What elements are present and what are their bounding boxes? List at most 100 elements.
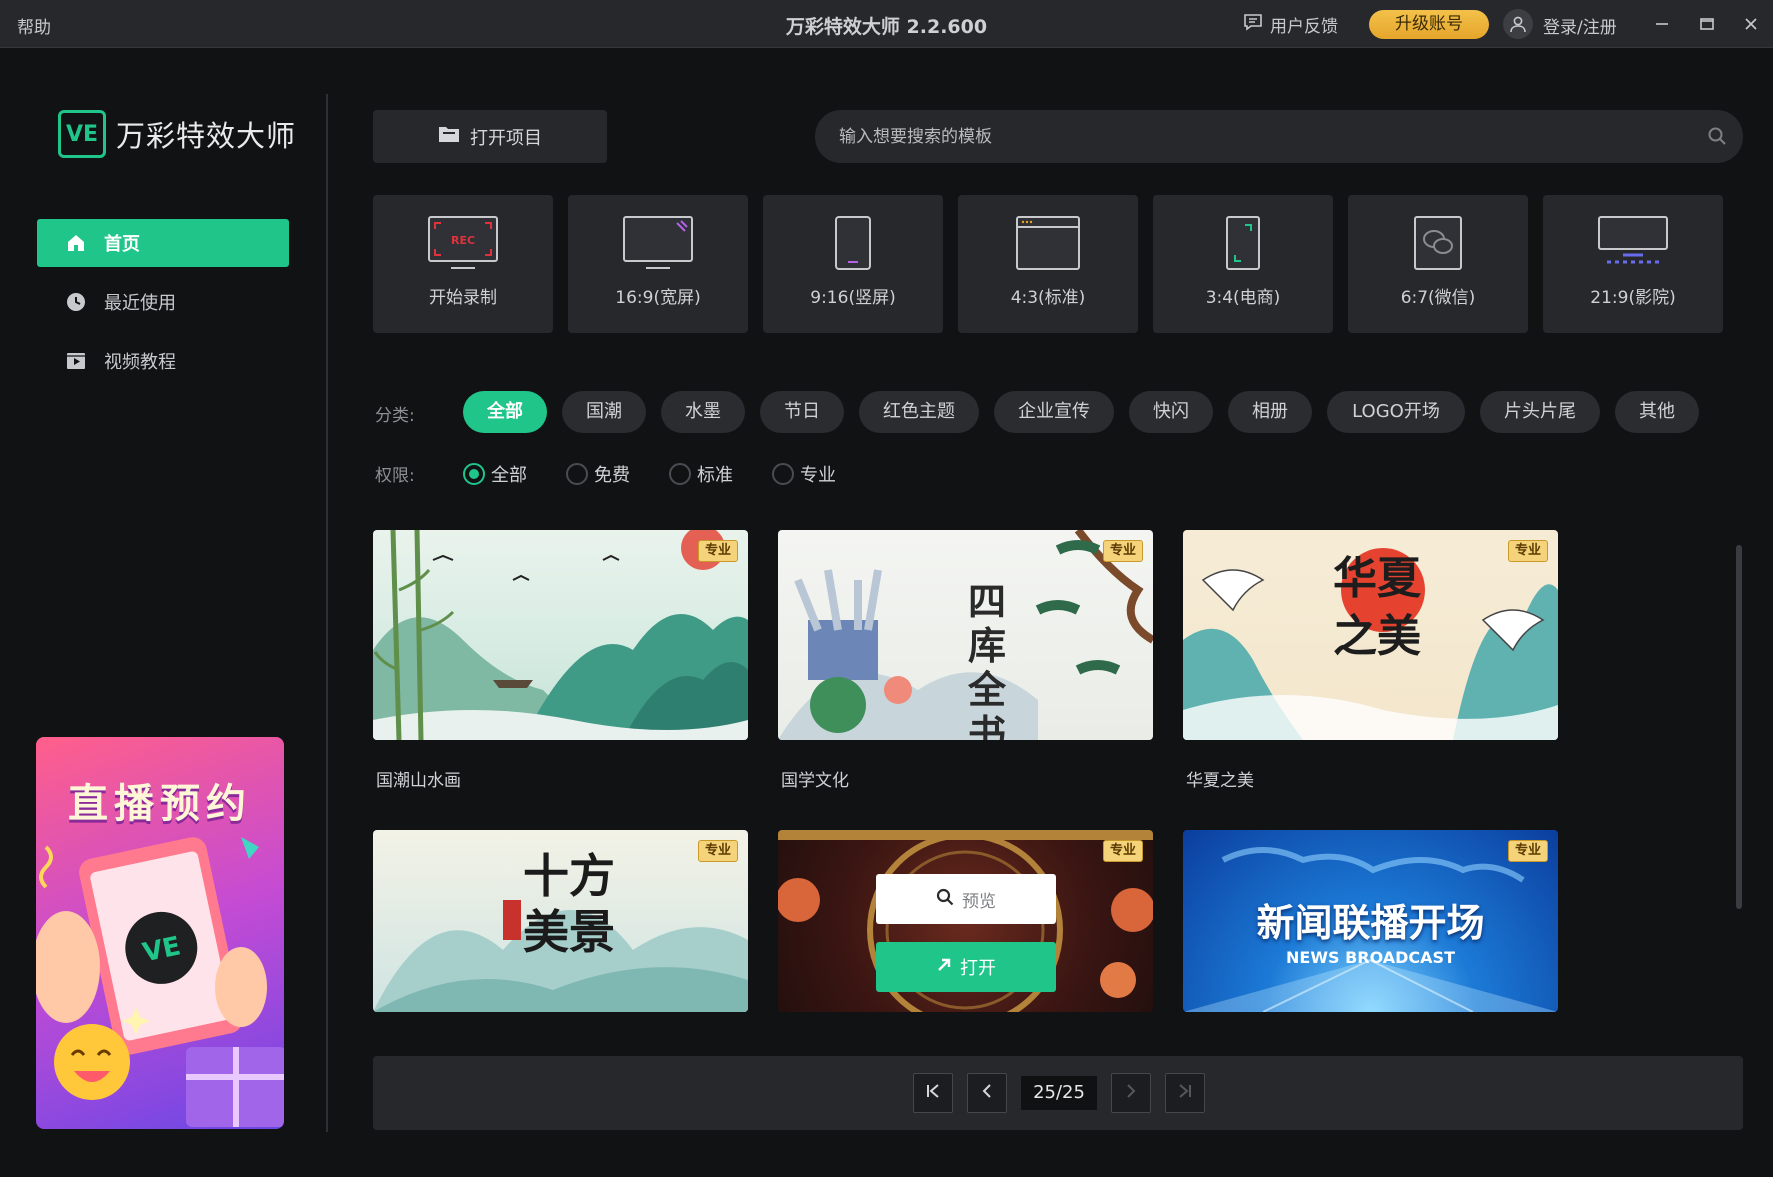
category-chip-guochao[interactable]: 国潮 — [562, 391, 646, 433]
category-chip-all[interactable]: 全部 — [463, 391, 547, 433]
permission-radio-free[interactable]: 免费 — [566, 461, 630, 487]
permission-radio-standard[interactable]: 标准 — [669, 461, 733, 487]
format-9-16[interactable]: 9:16(竖屏) — [763, 195, 943, 333]
open-project-button[interactable]: 打开项目 — [373, 110, 607, 163]
category-chip-album[interactable]: 相册 — [1228, 391, 1312, 433]
template-card[interactable]: 专业 国潮山水画 — [373, 530, 748, 791]
minimize-icon[interactable] — [1648, 10, 1676, 38]
sidebar-item-recent[interactable]: 最近使用 — [37, 278, 289, 326]
format-6-7[interactable]: 6:7(微信) — [1348, 195, 1528, 333]
format-record[interactable]: REC 开始录制 — [373, 195, 553, 333]
category-chip-corporate[interactable]: 企业宣传 — [994, 391, 1114, 433]
feedback-icon — [1243, 12, 1263, 37]
page-indicator: 25/25 — [1021, 1076, 1097, 1110]
template-list-scrollbar[interactable] — [1736, 545, 1742, 909]
category-chip-red-theme[interactable]: 红色主题 — [859, 391, 979, 433]
open-template-button[interactable]: 打开 — [876, 942, 1056, 992]
template-card[interactable]: 预览 打开 专业 — [778, 830, 1153, 1012]
search-input[interactable] — [839, 110, 1679, 163]
pro-badge: 专业 — [1508, 540, 1548, 562]
permission-radio-all[interactable]: 全部 — [463, 461, 527, 487]
template-title: 华夏之美 — [1186, 771, 1254, 791]
logo-mark: VE — [58, 110, 106, 158]
open-label: 打开 — [960, 958, 996, 979]
template-card[interactable]: 四库全书 专业 国学文化 — [778, 530, 1153, 791]
format-label: 3:4(电商) — [1205, 288, 1281, 308]
category-chip-other[interactable]: 其他 — [1615, 391, 1699, 433]
preview-button[interactable]: 预览 — [876, 874, 1056, 924]
template-card[interactable]: 十方美景 专业 — [373, 830, 748, 1012]
help-menu[interactable]: 帮助 — [17, 13, 51, 38]
format-4-3[interactable]: 4:3(标准) — [958, 195, 1138, 333]
category-chip-festival[interactable]: 节日 — [760, 391, 844, 433]
radio-unchecked-icon — [772, 463, 794, 485]
format-16-9[interactable]: 16:9(宽屏) — [568, 195, 748, 333]
widescreen-icon — [568, 215, 748, 273]
maximize-icon[interactable] — [1693, 10, 1721, 38]
landscape-illustration — [373, 530, 748, 740]
promo-illustration: VE — [36, 837, 284, 1127]
sidebar-item-tutorials[interactable]: 视频教程 — [37, 337, 289, 385]
radio-checked-icon — [463, 463, 485, 485]
format-3-4[interactable]: 3:4(电商) — [1153, 195, 1333, 333]
live-booking-banner[interactable]: 直播预约 VE — [36, 737, 284, 1129]
search-icon[interactable] — [1707, 126, 1727, 150]
culture-illustration — [778, 530, 1153, 740]
folder-icon — [438, 124, 460, 149]
sidebar-item-label: 视频教程 — [104, 352, 176, 373]
format-label: 9:16(竖屏) — [810, 288, 896, 308]
sidebar-divider — [326, 94, 328, 1132]
record-icon: REC — [373, 215, 553, 273]
category-chip-flash[interactable]: 快闪 — [1129, 391, 1213, 433]
pro-badge: 专业 — [1508, 840, 1548, 862]
template-art-text: 华夏之美 — [1333, 553, 1421, 662]
template-thumbnail[interactable]: 四库全书 专业 — [778, 530, 1153, 740]
portrait-icon — [763, 215, 943, 273]
template-art-text: 十方美景 — [523, 849, 615, 959]
template-thumbnail[interactable]: 十方美景 专业 — [373, 830, 748, 1012]
sidebar-item-home[interactable]: 首页 — [37, 219, 289, 267]
upgrade-account-button[interactable]: 升级账号 — [1369, 10, 1489, 39]
template-card[interactable]: 新闻联播开场 NEWS BROADCAST 专业 — [1183, 830, 1558, 1012]
radio-label: 专业 — [800, 465, 836, 486]
last-page-button[interactable] — [1165, 1073, 1205, 1113]
next-page-button[interactable] — [1111, 1073, 1151, 1113]
arrow-up-right-icon — [936, 957, 952, 978]
first-page-button[interactable] — [913, 1073, 953, 1113]
template-card[interactable]: 华夏之美 专业 华夏之美 — [1183, 530, 1558, 791]
format-label: 开始录制 — [429, 288, 497, 308]
app-window: 帮助 万彩特效大师 2.2.600 用户反馈 升级账号 登录/注册 VE 万彩特… — [0, 0, 1773, 1177]
template-thumbnail[interactable]: 华夏之美 专业 — [1183, 530, 1558, 740]
template-thumbnail[interactable]: 新闻联播开场 NEWS BROADCAST 专业 — [1183, 830, 1558, 1012]
app-logo: VE 万彩特效大师 — [58, 110, 296, 158]
format-label: 4:3(标准) — [1010, 288, 1086, 308]
category-chip-logo-intro[interactable]: LOGO开场 — [1327, 391, 1465, 433]
category-chip-intro-outro[interactable]: 片头片尾 — [1480, 391, 1600, 433]
prev-page-button[interactable] — [967, 1073, 1007, 1113]
category-chip-ink[interactable]: 水墨 — [661, 391, 745, 433]
format-label: 21:9(影院) — [1590, 288, 1676, 308]
template-art-text: 四库全书 — [968, 579, 1007, 741]
pro-badge: 专业 — [698, 840, 738, 862]
format-21-9[interactable]: 21:9(影院) — [1543, 195, 1723, 333]
format-label: 6:7(微信) — [1400, 288, 1476, 308]
pagination-bar: 25/25 — [373, 1056, 1743, 1130]
first-page-icon — [925, 1083, 941, 1103]
feedback-button[interactable]: 用户反馈 — [1243, 12, 1338, 37]
home-icon — [64, 231, 88, 255]
video-icon — [64, 349, 88, 373]
template-thumbnail[interactable]: 预览 打开 专业 — [778, 830, 1153, 1012]
standard-icon — [958, 215, 1138, 273]
template-title: 国潮山水画 — [376, 771, 461, 791]
template-title: 国学文化 — [781, 771, 849, 791]
pro-badge: 专业 — [1103, 540, 1143, 562]
permission-radio-pro[interactable]: 专业 — [772, 461, 836, 487]
preview-label: 预览 — [962, 891, 996, 912]
logo-text: 万彩特效大师 — [116, 119, 297, 153]
login-register-link[interactable]: 登录/注册 — [1543, 13, 1617, 38]
template-art-subtext: NEWS BROADCAST — [1286, 948, 1455, 967]
close-icon[interactable] — [1737, 10, 1765, 38]
template-thumbnail[interactable]: 专业 — [373, 530, 748, 740]
format-label: 16:9(宽屏) — [615, 288, 701, 308]
user-avatar-icon[interactable] — [1503, 9, 1533, 39]
